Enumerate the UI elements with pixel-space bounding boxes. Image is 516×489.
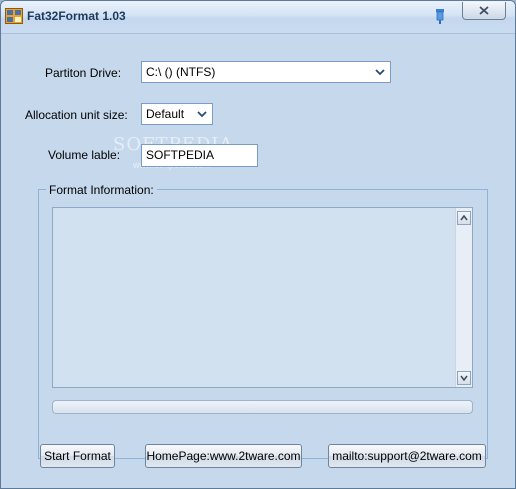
homepage-label: HomePage:www.2tware.com [146, 449, 301, 463]
format-progress-bar [52, 400, 473, 414]
allocation-unit-label: Allocation unit size: [25, 108, 128, 122]
pin-icon[interactable] [433, 7, 447, 25]
format-info-scrollbar[interactable] [455, 208, 472, 387]
start-format-button[interactable]: Start Format [40, 444, 115, 468]
partition-drive-value: C:\ () (NTFS) [146, 65, 216, 79]
title-bar[interactable]: Fat32Format 1.03 [1, 1, 515, 34]
chevron-down-icon [196, 104, 208, 124]
allocation-unit-select[interactable]: Default [141, 103, 213, 125]
chevron-down-icon [460, 375, 468, 381]
app-window: Fat32Format 1.03 Partiton Drive: C:\ () … [0, 0, 516, 489]
mailto-support-button[interactable]: mailto:support@2tware.com [328, 444, 486, 468]
scroll-up-button[interactable] [457, 211, 471, 225]
partition-drive-select[interactable]: C:\ () (NTFS) [141, 61, 391, 83]
allocation-unit-value: Default [146, 107, 185, 121]
scroll-down-button[interactable] [457, 371, 471, 385]
homepage-button[interactable]: HomePage:www.2tware.com [145, 444, 302, 468]
volume-label-value: SOFTPEDIA [146, 148, 215, 162]
fat32format-app-icon [5, 8, 23, 24]
start-format-label: Start Format [44, 449, 111, 463]
client-area: Partiton Drive: C:\ () (NTFS) Allocation… [1, 34, 515, 488]
format-info-legend: Format Information: [46, 183, 157, 197]
window-title: Fat32Format 1.03 [27, 9, 126, 23]
format-info-textarea[interactable] [52, 207, 473, 388]
partition-drive-label: Partiton Drive: [45, 66, 122, 80]
chevron-down-icon [374, 62, 386, 82]
chevron-up-icon [460, 215, 468, 221]
close-button[interactable] [462, 2, 506, 20]
volume-label-label: Volume lable: [48, 148, 121, 162]
volume-label-input[interactable]: SOFTPEDIA [141, 144, 258, 167]
close-icon [479, 6, 489, 15]
mailto-support-label: mailto:support@2tware.com [332, 449, 482, 463]
